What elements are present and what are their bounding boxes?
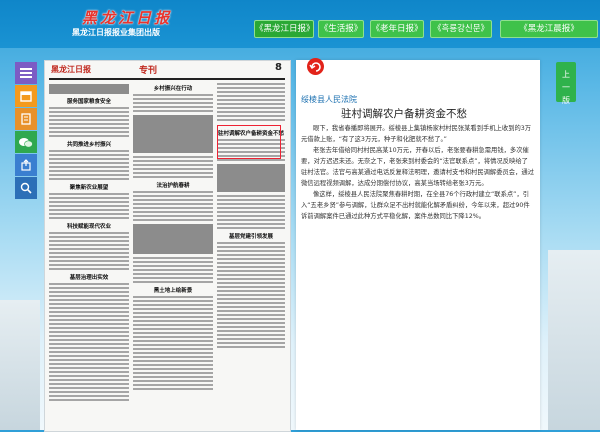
page-headline[interactable]: 黑土地上绘新景 (133, 286, 213, 294)
wechat-icon (19, 137, 33, 148)
article-paragraph: 老张去年借给同村村民高某10万元，开春以后，老张要春耕急需用钱，多次催要，对方迟… (301, 147, 534, 187)
prev-label: 版 (562, 96, 570, 105)
page-masthead: 黑龙江日报 专刊 8 (49, 62, 285, 80)
calendar-icon (20, 91, 32, 102)
share-icon (21, 159, 31, 171)
share-button[interactable] (15, 154, 37, 176)
wechat-button[interactable] (15, 131, 37, 153)
menu-icon (20, 68, 32, 78)
logo-title: 黑龙江日报 (82, 9, 173, 27)
page-headline[interactable]: 基层党建引领发展 (217, 232, 285, 240)
article-title: 驻村调解农户备耕资金不愁 (341, 108, 467, 120)
news-photo (217, 164, 285, 192)
article-paragraph: 像这样，绥棱县人民法院聚焦春耕时期，在全县76个行政村建立“联系点”，引入“五老… (301, 191, 530, 220)
news-photo (49, 84, 129, 94)
back-arrow-icon (309, 62, 321, 72)
page-headline[interactable]: 共同推进乡村振兴 (49, 140, 129, 148)
calendar-button[interactable] (15, 85, 37, 107)
previous-page-button[interactable]: 上 一 版 (556, 62, 576, 105)
tab-elderly-daily[interactable]: 《老年日报》 (370, 20, 424, 38)
page-number: 8 (275, 62, 282, 73)
document-icon (21, 113, 31, 125)
newspaper-page[interactable]: 黑龙江日报 专刊 8 服务国家粮食安全 共同推进乡村振兴 聚焦新农业展望 科技赋… (44, 60, 291, 432)
news-photo (133, 115, 213, 153)
selected-article-highlight[interactable] (217, 125, 281, 159)
background-building (548, 250, 600, 430)
document-button[interactable] (15, 108, 37, 130)
background-building (0, 300, 40, 430)
article-source: 绥棱县人民法院 (301, 95, 357, 104)
tab-korean-paper[interactable]: 《흑룡강신문》 (430, 20, 492, 38)
prev-label: 一 (562, 83, 570, 92)
article-body: 眼下，我省春播即将展开。绥棱县上集镇杨家村村民张某看到手机上收到的3万元借款上账… (301, 123, 534, 222)
prev-label: 上 (562, 70, 570, 79)
page-headline[interactable]: 基层治理出实效 (49, 273, 129, 281)
menu-button[interactable] (15, 62, 37, 84)
page-column: 乡村振兴在行动 法治护航春耕 黑土地上绘新景 (133, 81, 213, 426)
header-bar: 黑龙江日报 黑龙江日报报业集团出版 《黑龙江日报》 《生活报》 《老年日报》 《… (0, 0, 600, 48)
search-button[interactable] (15, 177, 37, 199)
tab-life-daily[interactable]: 《生活报》 (318, 20, 364, 38)
back-button[interactable] (307, 58, 324, 75)
page-column: 服务国家粮食安全 共同推进乡村振兴 聚焦新农业展望 科技赋能现代农业 基层治理出… (49, 81, 129, 426)
site-logo[interactable]: 黑龙江日报 黑龙江日报报业集团出版 (72, 7, 172, 41)
article-paragraph: 眼下，我省春播即将展开。绥棱县上集镇杨家村村民张某看到手机上收到的3万元借款上账… (301, 125, 532, 143)
page-headline[interactable]: 聚焦新农业展望 (49, 183, 129, 191)
left-toolbar (15, 62, 37, 200)
page-headline[interactable]: 科技赋能现代农业 (49, 222, 129, 230)
page-headline[interactable]: 服务国家粮食安全 (49, 97, 129, 105)
tab-morning-post[interactable]: 《黑龙江晨报》 (500, 20, 598, 38)
section-title: 专刊 (139, 66, 158, 76)
search-icon (20, 182, 32, 194)
page-headline[interactable]: 法治护航春耕 (133, 181, 213, 189)
article-panel: 绥棱县人民法院 驻村调解农户备耕资金不愁 眼下，我省春播即将展开。绥棱县上集镇杨… (296, 58, 540, 430)
page-headline[interactable]: 乡村振兴在行动 (133, 84, 213, 92)
tab-heilongjiang-daily[interactable]: 《黑龙江日报》 (254, 20, 315, 38)
masthead-title: 黑龙江日报 (51, 65, 91, 74)
news-photo (133, 224, 213, 254)
logo-subtitle: 黑龙江日报报业集团出版 (72, 28, 160, 37)
